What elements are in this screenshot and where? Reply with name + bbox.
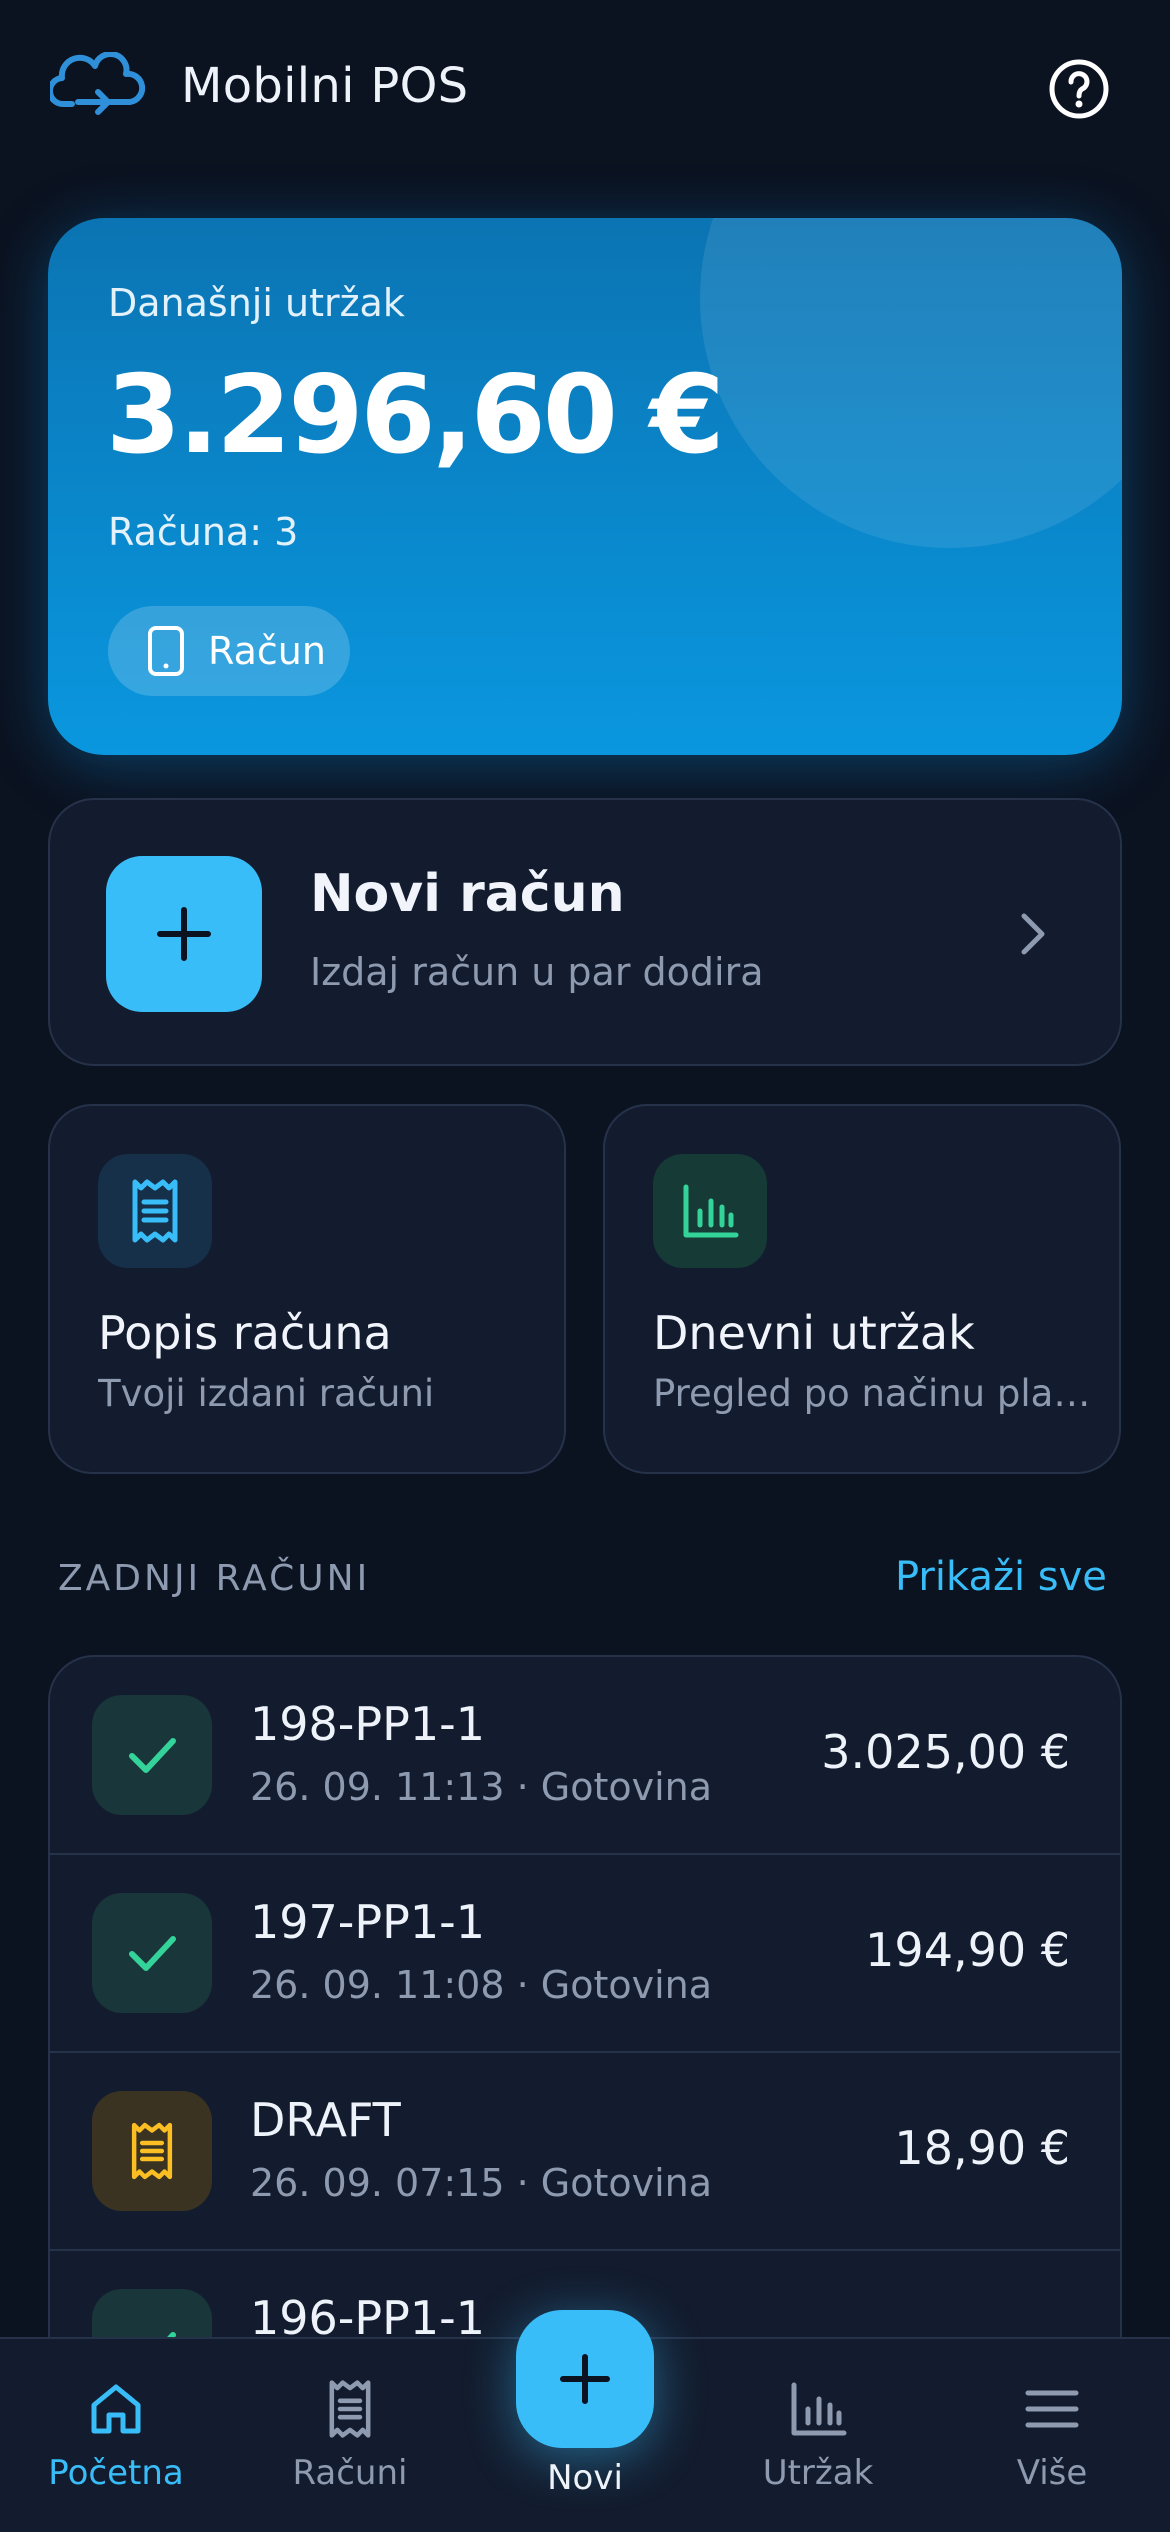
- tile-subtitle: Tvoji izdani računi: [98, 1372, 435, 1415]
- receipt-number: DRAFT: [250, 2093, 401, 2147]
- check-icon: [129, 1936, 176, 1971]
- plus-icon: [560, 2354, 610, 2404]
- revenue-amount: 3.296,60 €: [106, 353, 725, 478]
- nav-revenue-label: Utržak: [762, 2453, 874, 2493]
- recent-receipts-heading: ZADNJI RAČUNI: [58, 1558, 371, 1599]
- check-icon: [129, 1738, 176, 1773]
- app-title: Mobilni POS: [181, 58, 469, 114]
- status-badge: [92, 1695, 212, 1815]
- receipt-meta: 26. 09. 11:13 · Gotovina: [250, 1765, 713, 1809]
- status-badge: [92, 1893, 212, 2013]
- nav-home[interactable]: Početna: [16, 2379, 216, 2493]
- revenue-label: Današnji utržak: [108, 281, 405, 325]
- daily-revenue-card: Današnji utržak 3.296,60 € Računa: 3 Rač…: [48, 218, 1122, 755]
- tile-title: Popis računa: [98, 1306, 392, 1360]
- decorative-bubble: [700, 218, 1122, 548]
- receipt-amount: 18,90 €: [894, 2121, 1070, 2175]
- new-receipt-card[interactable]: Novi račun Izdaj račun u par dodira: [48, 798, 1122, 1066]
- receipt-icon: [132, 1179, 178, 1243]
- receipt-icon: [329, 2380, 371, 2438]
- bar-chart-icon: [683, 1184, 739, 1238]
- nav-more-label: Više: [1016, 2453, 1088, 2493]
- receipt-meta: 26. 09. 11:08 · Gotovina: [250, 1963, 713, 2007]
- nav-receipts[interactable]: Računi: [250, 2379, 450, 2493]
- nav-new-label: Novi: [547, 2458, 623, 2498]
- chart-tile-icon-box: [653, 1154, 767, 1268]
- receipt-tile-icon-box: [98, 1154, 212, 1268]
- receipt-amount: 194,90 €: [865, 1923, 1070, 1977]
- help-circle-icon[interactable]: [1048, 58, 1110, 120]
- menu-icon: [1025, 2390, 1079, 2428]
- receipt-button[interactable]: Račun: [108, 606, 350, 696]
- receipt-number: 198-PP1-1: [250, 1697, 486, 1751]
- status-badge: [92, 2091, 212, 2211]
- new-receipt-title: Novi račun: [310, 864, 625, 924]
- nav-more[interactable]: Više: [952, 2379, 1152, 2493]
- list-item[interactable]: 197-PP1-1 26. 09. 11:08 · Gotovina 194,9…: [50, 1855, 1120, 2053]
- receipt-count: Računa: 3: [108, 510, 299, 554]
- receipts-list-tile[interactable]: Popis računa Tvoji izdani računi: [48, 1104, 566, 1474]
- nav-revenue[interactable]: Utržak: [718, 2379, 918, 2493]
- chevron-right-icon: [1021, 913, 1045, 955]
- app-header: Mobilni POS: [0, 0, 1170, 180]
- bar-chart-icon: [791, 2382, 847, 2436]
- cloud-sync-icon: [50, 52, 146, 115]
- phone-icon: [148, 626, 184, 676]
- nav-home-label: Početna: [48, 2453, 184, 2493]
- tile-subtitle: Pregled po načinu plaćanja: [653, 1372, 1093, 1415]
- list-item[interactable]: 198-PP1-1 26. 09. 11:13 · Gotovina 3.025…: [50, 1657, 1120, 1855]
- tile-title: Dnevni utržak: [653, 1306, 975, 1360]
- new-receipt-tile: [106, 856, 262, 1012]
- new-receipt-fab[interactable]: [516, 2310, 654, 2448]
- show-all-link[interactable]: Prikaži sve: [895, 1554, 1107, 1600]
- list-item[interactable]: DRAFT 26. 09. 07:15 · Gotovina 18,90 €: [50, 2053, 1120, 2251]
- receipt-icon: [131, 2122, 173, 2180]
- nav-receipts-label: Računi: [292, 2453, 408, 2493]
- new-receipt-subtitle: Izdaj račun u par dodira: [310, 950, 764, 994]
- receipt-button-label: Račun: [208, 629, 326, 673]
- daily-revenue-tile[interactable]: Dnevni utržak Pregled po načinu plaćanja: [603, 1104, 1121, 1474]
- receipt-number: 197-PP1-1: [250, 1895, 486, 1949]
- receipt-amount: 3.025,00 €: [821, 1725, 1070, 1779]
- receipt-meta: 26. 09. 07:15 · Gotovina: [250, 2161, 713, 2205]
- plus-icon: [157, 907, 211, 961]
- home-icon: [91, 2384, 141, 2434]
